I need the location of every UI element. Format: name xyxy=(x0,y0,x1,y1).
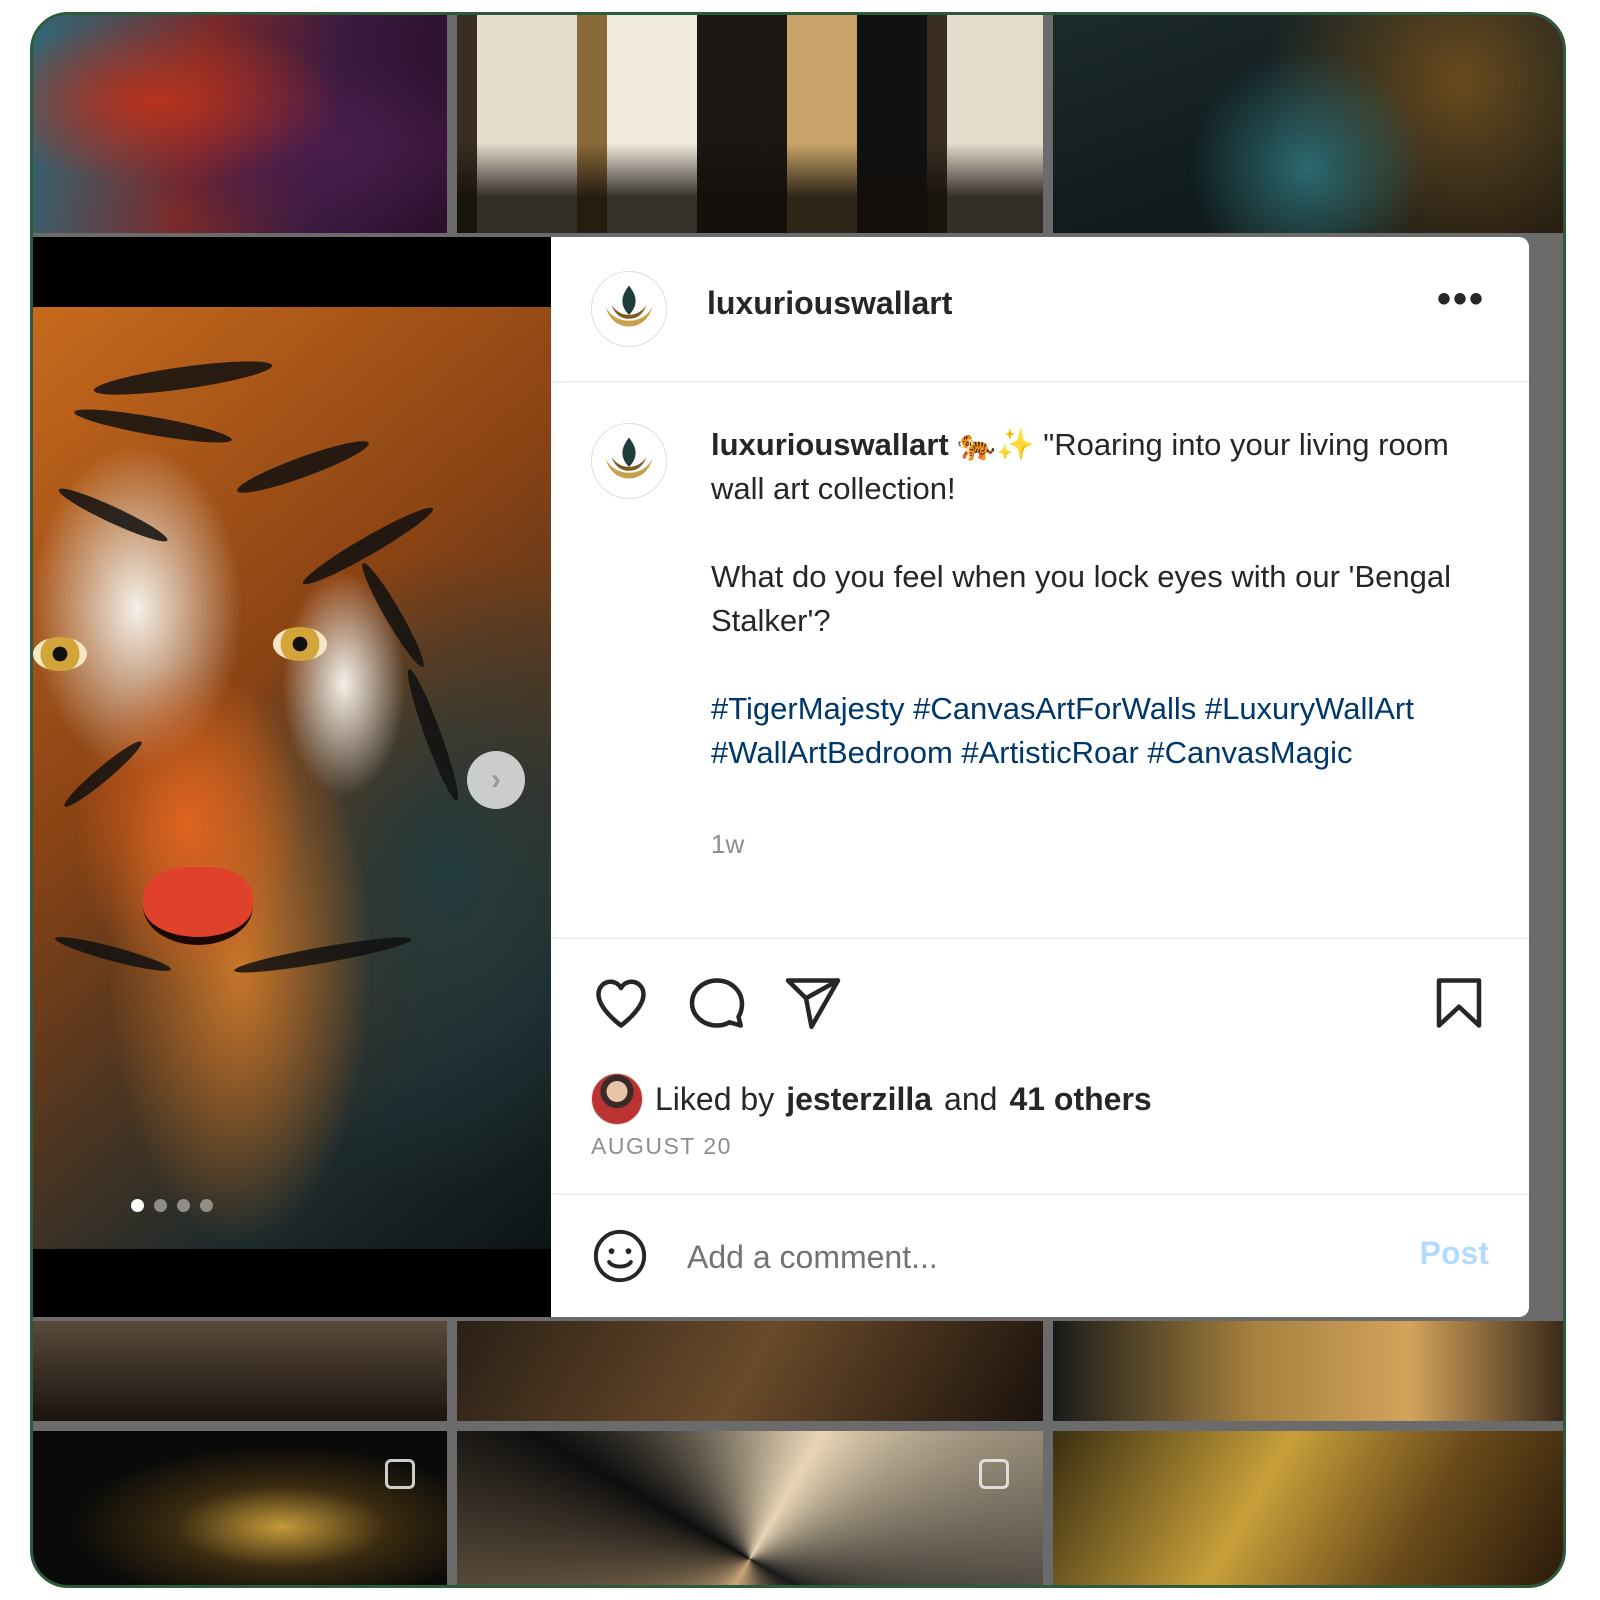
comment-icon[interactable] xyxy=(687,973,747,1033)
post-author-username[interactable]: luxuriouswallart xyxy=(707,285,952,322)
post-comment-button[interactable]: Post xyxy=(1420,1235,1489,1272)
grid-post-thumbnail[interactable] xyxy=(457,1431,1043,1585)
post-actions: Liked by jesterzilla and 41 others AUGUS… xyxy=(551,937,1529,1195)
liker-avatar[interactable] xyxy=(591,1073,643,1125)
grid-post-thumbnail[interactable] xyxy=(1053,1431,1563,1585)
likes-summary: Liked by jesterzilla and 41 others xyxy=(591,1073,1152,1125)
post-media: › xyxy=(33,237,551,1317)
carousel-dot xyxy=(177,1199,190,1212)
post-time-ago[interactable]: 1w xyxy=(711,829,744,860)
post-modal: › luxuriouswallart ••• luxuriouswallart … xyxy=(33,237,1529,1317)
grid-post-thumbnail[interactable] xyxy=(33,1431,447,1585)
caption-hashtags[interactable]: #TigerMajesty #CanvasArtForWalls #Luxury… xyxy=(711,691,1414,770)
others-count-link[interactable]: 41 others xyxy=(1009,1081,1151,1118)
carousel-dot xyxy=(200,1199,213,1212)
carousel-dot xyxy=(131,1199,144,1212)
grid-post-thumbnail[interactable] xyxy=(1053,1321,1563,1421)
brand-logo-icon xyxy=(605,285,653,327)
caption-username[interactable]: luxuriouswallart xyxy=(711,427,949,462)
grid-post-thumbnail[interactable] xyxy=(457,1321,1043,1421)
comment-input[interactable] xyxy=(685,1233,1389,1281)
bookmark-icon[interactable] xyxy=(1429,973,1489,1033)
account-avatar[interactable] xyxy=(591,271,667,347)
grid-post-thumbnail[interactable] xyxy=(457,15,1043,233)
heart-icon[interactable] xyxy=(591,973,651,1033)
caption-avatar[interactable] xyxy=(591,423,667,499)
liker-username[interactable]: jesterzilla xyxy=(786,1081,932,1118)
liked-by-middle: and xyxy=(944,1080,998,1117)
post-side-panel: luxuriouswallart ••• luxuriouswallart 🐅✨… xyxy=(551,237,1529,1317)
chevron-right-icon: › xyxy=(491,763,501,796)
liked-by-prefix: Liked by xyxy=(655,1080,775,1117)
caption-line-2: What do you feel when you lock eyes with… xyxy=(711,559,1452,638)
post-date[interactable]: AUGUST 20 xyxy=(591,1133,732,1160)
grid-post-thumbnail[interactable] xyxy=(33,15,447,233)
carousel-stack-icon xyxy=(979,1459,1009,1489)
post-caption-section: luxuriouswallart 🐅✨ "Roaring into your l… xyxy=(551,381,1529,939)
more-icon[interactable]: ••• xyxy=(1437,279,1485,319)
emoji-icon[interactable] xyxy=(591,1227,649,1285)
carousel-stack-icon xyxy=(385,1459,415,1489)
carousel-indicator xyxy=(131,1199,213,1212)
add-comment-bar: Post xyxy=(551,1195,1529,1317)
grid-post-thumbnail[interactable] xyxy=(1053,15,1563,233)
carousel-dot xyxy=(154,1199,167,1212)
brand-logo-icon xyxy=(605,437,653,479)
profile-grid-frame: › luxuriouswallart ••• luxuriouswallart … xyxy=(30,12,1566,1588)
post-header: luxuriouswallart ••• xyxy=(551,237,1529,383)
caption-text: luxuriouswallart 🐅✨ "Roaring into your l… xyxy=(711,423,1471,775)
carousel-next-button[interactable]: › xyxy=(467,751,525,809)
share-icon[interactable] xyxy=(783,973,843,1033)
grid-post-thumbnail[interactable] xyxy=(33,1321,447,1421)
caption-emoji: 🐅✨ xyxy=(957,427,1035,462)
